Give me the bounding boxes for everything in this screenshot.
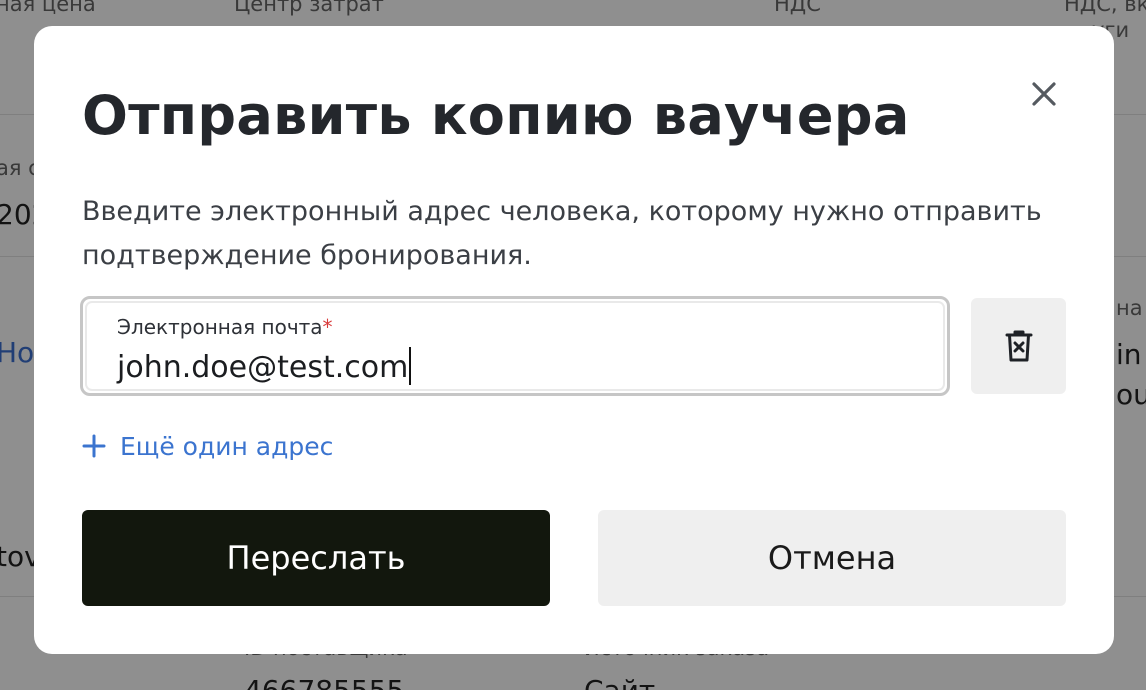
- email-input[interactable]: john.doe@test.com: [117, 347, 412, 385]
- email-field-label-text: Электронная почта: [117, 315, 323, 339]
- email-input-value: john.doe@test.com: [117, 350, 409, 385]
- delete-email-button[interactable]: [971, 298, 1066, 394]
- email-field-label: Электронная почта*: [117, 315, 333, 339]
- add-another-address-link[interactable]: Ещё один адрес: [82, 426, 333, 466]
- send-voucher-dialog: Отправить копию ваучера Введите электрон…: [34, 26, 1114, 654]
- required-mark: *: [322, 315, 333, 339]
- dialog-description: Введите электронный адрес человека, кото…: [82, 196, 1042, 271]
- close-button[interactable]: [1024, 74, 1064, 114]
- plus-icon: [82, 434, 106, 458]
- cancel-button[interactable]: Отмена: [598, 510, 1066, 606]
- send-button[interactable]: Переслать: [82, 510, 550, 606]
- close-icon: [1032, 82, 1056, 106]
- email-field[interactable]: Электронная почта* john.doe@test.com: [80, 296, 950, 396]
- dialog-title: Отправить копию ваучера: [82, 84, 910, 147]
- trash-x-icon: [1005, 330, 1032, 362]
- add-another-address-label: Ещё один адрес: [120, 431, 334, 461]
- text-caret: [409, 347, 412, 385]
